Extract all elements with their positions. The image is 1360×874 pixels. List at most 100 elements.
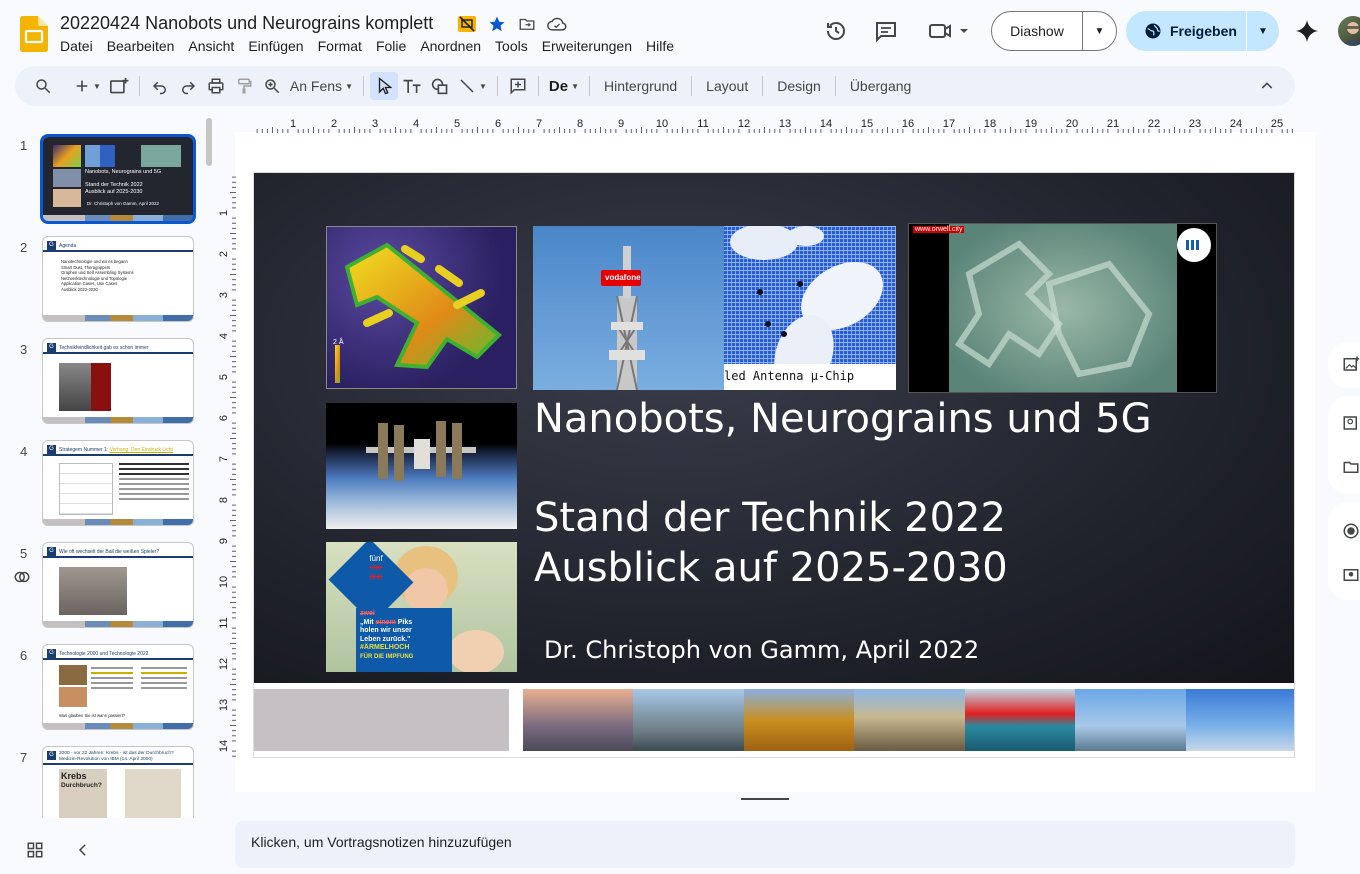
thumb-7-clip1: Krebs [61,771,87,781]
text-box-icon[interactable] [398,72,426,100]
redo-icon[interactable] [174,72,202,100]
collapse-filmstrip-icon[interactable] [74,841,92,864]
ruler-label: 10 [218,576,230,588]
meet-video-icon[interactable] [928,19,972,43]
move-folder-icon[interactable] [517,14,537,34]
thumb-footer-strip [43,519,193,525]
grid-view-icon[interactable] [26,841,44,864]
ruler-label: 3 [218,292,230,298]
thumb-header-bar [43,556,193,558]
menu-folie[interactable]: Folie [376,38,406,54]
notes-resize-handle[interactable] [741,798,789,800]
zoom-icon[interactable] [258,72,286,100]
menu-format[interactable]: Format [318,38,362,54]
slide-thumbnail-4[interactable]: G Strategem Nummer 1: Vorhang: Den Eindr… [42,440,194,526]
ruler-label: 19 [1025,118,1037,130]
comments-icon[interactable] [874,19,898,43]
ruler-label: 1 [218,210,230,216]
recordings-icon[interactable] [1342,566,1360,589]
vodafone-tower-image[interactable]: vodafone [533,226,724,390]
star-icon[interactable] [487,14,507,34]
poster-tag2: FÜR DIE IMPFUNG [360,653,414,660]
menu-datei[interactable]: Datei [60,38,93,54]
city-photo-harbor [964,689,1076,751]
slide-thumbnail-3[interactable]: G Technikfeindlichkeit gab es schon imme… [42,338,194,424]
thumb-5-title: Wie oft wechselt der Ball die weißen Spi… [59,549,160,555]
new-slide-icon[interactable]: ▼ [70,72,105,100]
vertical-ruler[interactable]: 1 2 3 4 5 6 7 8 9 10 11 12 13 14 [218,172,236,760]
record-icon[interactable] [1342,522,1360,545]
filmstrip-scrollbar[interactable] [206,118,212,166]
thumb-1-sub1: Stand der Technik 2022 [85,182,143,188]
slide-subtitle-line2[interactable]: Ausblick auf 2025-2030 [534,545,1008,591]
cloud-saved-icon[interactable] [547,14,567,34]
version-history-icon[interactable] [824,19,848,43]
collapse-toolbar-icon[interactable] [1253,72,1281,100]
slide-thumbnail-2[interactable]: G Agenda Nanotechnologie und wo es began… [42,236,194,322]
select-tool-icon[interactable] [369,72,398,100]
speaker-notes[interactable]: Klicken, um Vortragsnotizen hinzuzufügen [235,821,1295,868]
document-title[interactable]: 20220424 Nanobots und Neurograins komple… [60,13,433,34]
menu-ansicht[interactable]: Ansicht [188,38,234,54]
ruler-label: 25 [1271,118,1283,130]
share-dropdown-icon[interactable]: ▼ [1247,26,1279,37]
poster-line1: fünf [369,554,383,563]
input-tools-icon[interactable]: De ▼ [545,72,583,100]
horizontal-ruler[interactable]: 1 2 3 4 5 6 7 8 9 10 11 12 13 14 15 16 17 18 19 20 21 22 23 24 2… [252,115,1296,133]
nanobot-molecule-image[interactable]: 2 Å [326,226,517,389]
thumb-2-item: Nanotechnologie und wo es begann [61,259,128,264]
zoom-select[interactable]: An Fens ▼ [286,72,357,100]
undo-icon[interactable] [146,72,174,100]
slide-number: 5 [20,546,28,561]
footer-city-photos[interactable] [523,689,1294,751]
slideshow-dropdown-icon[interactable]: ▼ [1083,26,1116,37]
share-button[interactable]: Freigeben [1126,22,1246,40]
add-comment-icon[interactable] [504,72,532,100]
city-photo-palace [854,689,965,751]
gemini-sparkle-icon[interactable] [1295,19,1319,43]
crystal-video-image[interactable]: www.orwell.city [908,223,1217,393]
linked-slide-icon[interactable] [13,568,31,591]
current-slide[interactable]: 2 Å vodafone led Antenna μ-Chip www.orwe… [253,172,1295,758]
background-button[interactable]: Hintergrund [596,78,685,94]
add-image-panel-icon[interactable] [1342,355,1360,378]
menu-hilfe[interactable]: Hilfe [646,38,674,54]
menu-tools[interactable]: Tools [495,38,528,54]
drive-folder-icon[interactable] [1342,458,1360,481]
slides-logo-icon[interactable] [20,16,48,52]
slide-thumbnail-6[interactable]: G Technologie 2000 und Technologie 2022 … [42,644,194,730]
menu-anordnen[interactable]: Anordnen [420,38,481,54]
toolbar: ▼ An Fens ▼ ▼ De ▼ Hintergrund Layout De… [15,66,1295,106]
slide-thumbnail-7[interactable]: G 2000 - vor 22 Jahren: Krebs - ist das … [42,746,194,818]
slide-subtitle-line1[interactable]: Stand der Technik 2022 [534,495,1006,541]
slide-author[interactable]: Dr. Christoph von Gamm, April 2022 [544,636,979,664]
slide-title[interactable]: Nanobots, Neurograins und 5G [534,396,1152,442]
slide-thumbnail-5[interactable]: G Wie oft wechselt der Ball die weißen S… [42,542,194,628]
thumb-7-title: 2000 - vor 22 Jahren: Krebs - ist das de… [59,751,174,756]
vaccine-poster-image[interactable]: fünf vier drei zwei „Mit einem Piks hole… [326,542,517,672]
ruler-label: 7 [536,118,542,130]
offline-unavailable-icon[interactable] [457,14,477,34]
slide-thumbnail-1[interactable]: Nanobots, Neurograins und 5G Stand der T… [40,134,196,224]
line-icon[interactable]: ▼ [454,72,491,100]
user-avatar[interactable] [1338,16,1360,46]
menu-bearbeiten[interactable]: Bearbeiten [107,38,175,54]
new-slide-layout-icon[interactable] [105,72,133,100]
print-icon[interactable] [202,72,230,100]
menu-einfuegen[interactable]: Einfügen [248,38,303,54]
menu-erweiterungen[interactable]: Erweiterungen [542,38,632,54]
paint-format-icon[interactable] [230,72,258,100]
shape-icon[interactable] [426,72,454,100]
space-station-image[interactable] [326,403,517,529]
slide-number: 7 [20,750,28,765]
city-photo-new-york [523,689,634,751]
design-button[interactable]: Design [769,78,829,94]
slideshow-button[interactable]: Diashow [992,23,1082,39]
search-menus-icon[interactable] [29,72,57,100]
share-button-group: Freigeben ▼ [1126,11,1279,51]
keep-notes-icon[interactable] [1342,414,1360,437]
toolbar-divider [762,76,764,96]
layout-button[interactable]: Layout [698,78,756,94]
antenna-chip-image[interactable]: led Antenna μ-Chip [724,226,896,390]
transition-button[interactable]: Übergang [842,78,920,94]
